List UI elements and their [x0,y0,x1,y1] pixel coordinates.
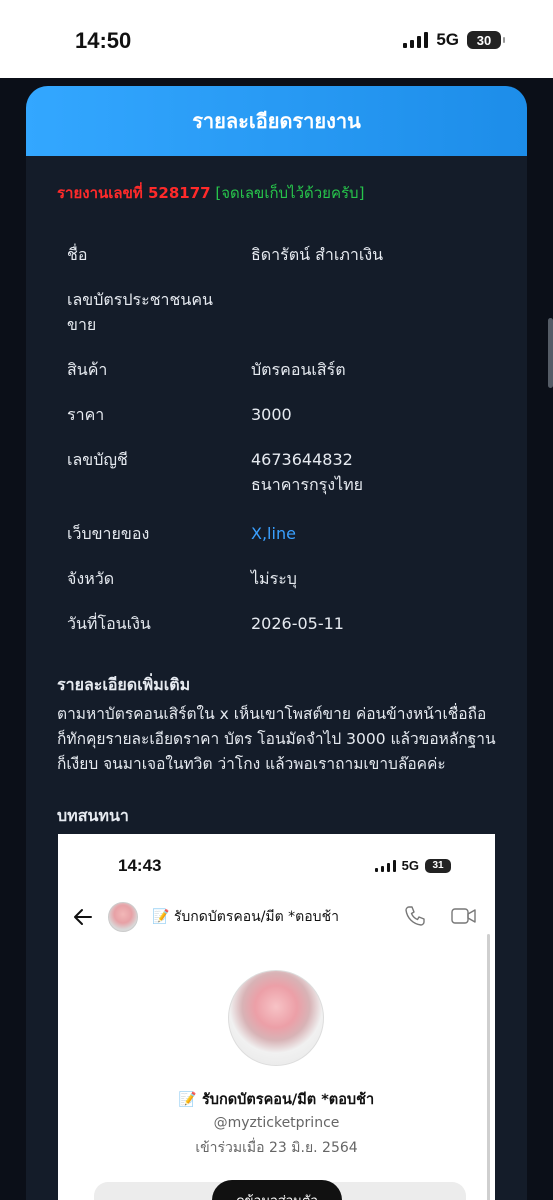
status-right: 5G 30 [403,30,505,50]
network-label: 5G [401,858,419,873]
field-value: 4673644832 ธนาคารกรุงไทย [251,450,364,494]
profile-avatar [228,970,324,1066]
page-scrollbar[interactable] [548,318,553,388]
card-header: รายละเอียดรายงาน [26,86,527,156]
battery-icon: 30 [467,31,505,49]
field-value: ไม่ระบุ [251,569,297,588]
field-value: 2026-05-11 [251,614,344,633]
field-label: ชื่อ [67,245,88,264]
field-label: สินค้า [67,360,108,379]
field-value: ธิดารัตน์ สำเภาเงิน [251,245,384,264]
field-value: บัตรคอนเสิร์ต [251,360,346,379]
more-details-title: รายละเอียดเพิ่มเติม [57,675,191,694]
phone-icon [403,904,427,928]
report-number-line: รายงานเลขที่ 528177 [จดเลขเก็บไว้ด้วยครั… [57,181,364,205]
field-label: จังหวัด [67,569,115,588]
screenshot-status-right: 5G 31 [374,858,451,873]
profile-display-name: 📝 รับกดบัตรคอน/มีต *ตอบช้า [178,1092,375,1108]
avatar [108,902,138,932]
field-label: เว็บขายของ [67,524,150,543]
signal-icon [374,859,396,872]
more-details-text: ตามหาบัตรคอนเสิร์ตใน x เห็นเขาโพสต์ขาย ค… [57,705,496,773]
status-time: 14:50 [75,28,132,53]
profile-handle: @myzticketprince [213,1115,340,1131]
network-label: 5G [436,30,459,49]
view-profile-button: ดูข้อมูลส่วนตัว [212,1180,342,1200]
video-call-icon [451,906,477,926]
card-title: รายละเอียดรายงาน [192,109,361,133]
screenshot-time: 14:43 [118,856,162,875]
signal-icon [403,32,429,48]
page: รายละเอียดรายงาน รายงานเลขที่ 528177 [จด… [0,78,553,1200]
field-label: เลขบัญชี [67,450,128,469]
field-label: เลขบัตรประชาชนคนขาย [67,290,213,334]
field-value: 3000 [251,405,292,424]
screenshot-scrollbar [487,934,490,1200]
field-label: วันที่โอนเงิน [67,614,151,633]
profile-joined-date: เข้าร่วมเมื่อ 23 มิ.ย. 2564 [195,1140,358,1156]
report-note: [จดเลขเก็บไว้ด้วยครับ] [215,184,365,202]
back-arrow-icon [70,904,96,930]
sell-site-link[interactable]: X,line [251,521,501,546]
report-number: รายงานเลขที่ 528177 [57,184,211,202]
battery-icon: 31 [425,858,451,873]
evidence-screenshot[interactable]: 14:43 5G 31 📝 รับกดบัตรคอน/มีต *ตอบช้า 📝… [58,834,495,1200]
status-bar: 14:50 5G 30 [0,0,553,78]
field-label: ราคา [67,405,105,424]
report-card: รายละเอียดรายงาน รายงานเลขที่ 528177 [จด… [26,86,527,1200]
conversation-label: บทสนทนา [57,806,129,825]
chat-name: 📝 รับกดบัตรคอน/มีต *ตอบช้า [152,909,339,925]
